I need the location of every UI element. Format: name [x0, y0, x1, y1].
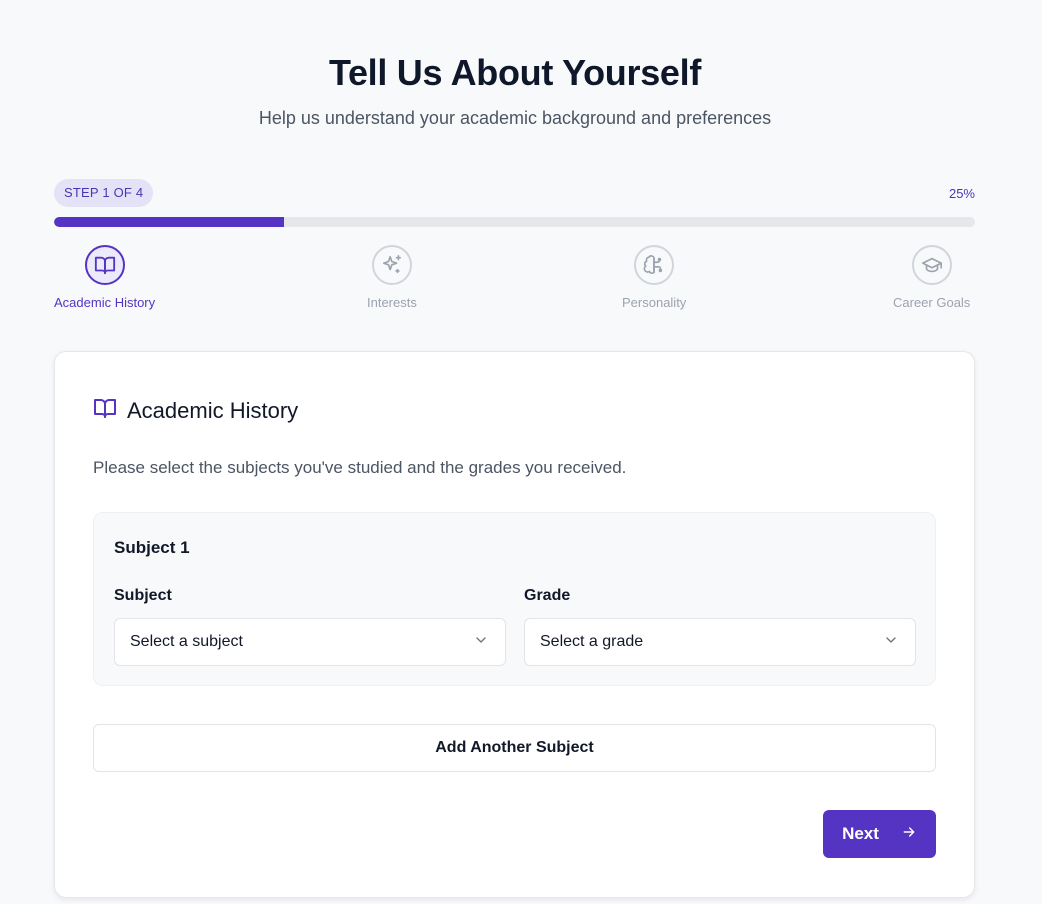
sparkles-icon [371, 245, 412, 285]
stepper-label: Academic History [54, 295, 156, 310]
page-title: Tell Us About Yourself [328, 52, 702, 93]
subject-heading: Subject 1 [114, 538, 190, 557]
card-description: Please select the subjects you've studie… [93, 458, 627, 477]
page: Tell Us About Yourself Help us understan… [0, 0, 1042, 904]
stepper-item-academic-history[interactable]: Academic History [54, 245, 155, 310]
subject-select[interactable]: Select a subject [114, 618, 506, 666]
stepper-item-interests[interactable]: Interests [367, 245, 417, 310]
card-header: Academic History [93, 396, 298, 425]
progress-bar-fill [54, 217, 285, 227]
subject-select-value: Select a subject [130, 633, 243, 650]
subject-label: Subject [114, 587, 172, 604]
chevron-down-icon [473, 632, 489, 653]
add-another-subject-label: Add Another Subject [435, 739, 594, 756]
progress-bar [54, 217, 975, 227]
next-button-label: Next [842, 824, 879, 843]
graduation-cap-icon [911, 245, 952, 285]
progress-percent: 25% [948, 186, 975, 201]
academic-history-card: Academic History Please select the subje… [54, 351, 975, 898]
stepper-item-personality[interactable]: Personality [622, 245, 686, 310]
book-open-icon [84, 245, 125, 285]
page-subtitle: Help us understand your academic backgro… [258, 108, 772, 128]
book-open-icon [93, 396, 117, 425]
arrow-right-icon [901, 824, 917, 845]
card-title: Academic History [127, 397, 299, 423]
next-button[interactable]: Next [823, 810, 936, 858]
chevron-down-icon [883, 632, 899, 653]
stepper-label: Interests [367, 295, 417, 310]
grade-select-value: Select a grade [540, 633, 644, 650]
grade-select[interactable]: Select a grade [524, 618, 916, 666]
stepper-label: Career Goals [893, 295, 971, 310]
subject-entry: Subject 1 Subject Select a subject Grade… [93, 512, 936, 686]
step-badge: STEP 1 OF 4 [54, 179, 154, 207]
brain-icon [634, 245, 675, 285]
grade-label: Grade [524, 587, 571, 604]
stepper-item-career-goals[interactable]: Career Goals [893, 245, 970, 310]
stepper-label: Personality [622, 295, 687, 310]
add-another-subject-button[interactable]: Add Another Subject [93, 724, 936, 772]
